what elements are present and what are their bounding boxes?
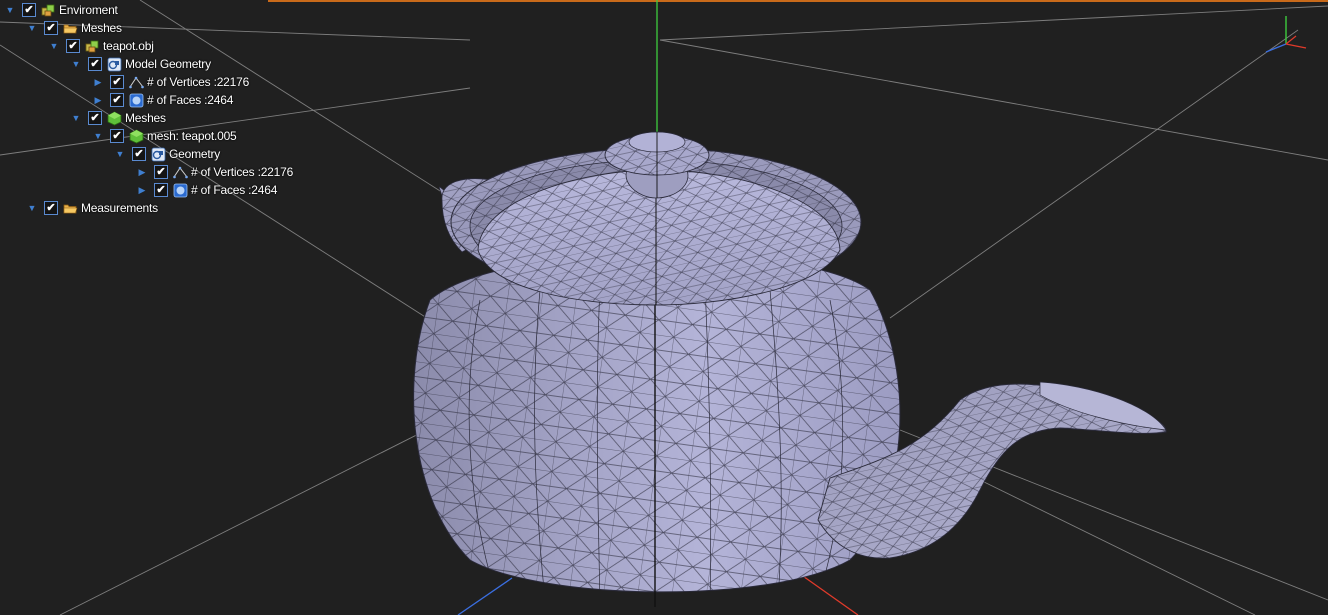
- folder-icon: [63, 201, 78, 216]
- expand-arrow-down-icon[interactable]: ▼: [68, 109, 84, 127]
- expand-arrow-down-icon[interactable]: ▼: [2, 1, 18, 19]
- tree-row-teapot-obj[interactable]: ▼ ✔ teapot.obj: [46, 37, 154, 55]
- tree-label: # of Vertices :22176: [147, 75, 250, 89]
- expand-arrow-down-icon[interactable]: ▼: [90, 127, 106, 145]
- tree-row-model-vertices[interactable]: ▶ ✔ # of Vertices :22176: [90, 73, 249, 91]
- tree-label: Enviroment: [59, 3, 118, 17]
- tree-row-meshes-folder[interactable]: ▼ ✔ Meshes: [24, 19, 122, 37]
- expand-arrow-down-icon[interactable]: ▼: [68, 55, 84, 73]
- visibility-checkbox[interactable]: ✔: [88, 57, 102, 71]
- visibility-checkbox[interactable]: ✔: [88, 111, 102, 125]
- expand-arrow-down-icon[interactable]: ▼: [112, 145, 128, 163]
- visibility-checkbox[interactable]: ✔: [154, 183, 168, 197]
- visibility-checkbox[interactable]: ✔: [110, 93, 124, 107]
- 3d-viewport[interactable]: ▼ ✔ Enviroment ▼ ✔ Meshes ▼ ✔ teapot.obj ▼ ✔ Model …: [0, 0, 1328, 615]
- tree-row-environment[interactable]: ▼ ✔ Enviroment: [2, 1, 118, 19]
- expand-arrow-down-icon[interactable]: ▼: [24, 19, 40, 37]
- tree-label: Geometry: [169, 147, 221, 161]
- tree-label: Meshes: [125, 111, 166, 125]
- tree-label: # of Faces :2464: [191, 183, 278, 197]
- tree-row-mesh-faces[interactable]: ▶ ✔ # of Faces :2464: [134, 181, 277, 199]
- tree-row-mesh-geometry[interactable]: ▼ ✔ Geometry: [112, 145, 220, 163]
- visibility-checkbox[interactable]: ✔: [44, 201, 58, 215]
- visibility-checkbox[interactable]: ✔: [44, 21, 58, 35]
- model-object-icon: [85, 39, 100, 54]
- expand-arrow-down-icon[interactable]: ▼: [46, 37, 62, 55]
- tree-label: # of Faces :2464: [147, 93, 234, 107]
- tree-label: Model Geometry: [125, 57, 211, 71]
- visibility-checkbox[interactable]: ✔: [66, 39, 80, 53]
- tree-label: teapot.obj: [103, 39, 154, 53]
- expand-arrow-right-icon[interactable]: ▶: [90, 73, 106, 91]
- geometry-icon: [107, 57, 122, 72]
- geometry-icon: [151, 147, 166, 162]
- mesh-group-icon: [107, 111, 122, 126]
- tree-row-measurements[interactable]: ▼ ✔ Measurements: [24, 199, 158, 217]
- faces-icon: [173, 183, 188, 198]
- visibility-checkbox[interactable]: ✔: [110, 75, 124, 89]
- visibility-checkbox[interactable]: ✔: [154, 165, 168, 179]
- faces-icon: [129, 93, 144, 108]
- expand-arrow-down-icon[interactable]: ▼: [24, 199, 40, 217]
- tree-label: mesh: teapot.005: [147, 129, 237, 143]
- tree-row-model-faces[interactable]: ▶ ✔ # of Faces :2464: [90, 91, 233, 109]
- tree-label: Meshes: [81, 21, 122, 35]
- visibility-checkbox[interactable]: ✔: [22, 3, 36, 17]
- vertices-icon: [129, 75, 144, 90]
- mesh-icon: [129, 129, 144, 144]
- expand-arrow-right-icon[interactable]: ▶: [134, 163, 150, 181]
- folder-icon: [63, 21, 78, 36]
- expand-arrow-right-icon[interactable]: ▶: [134, 181, 150, 199]
- tree-row-mesh-vertices[interactable]: ▶ ✔ # of Vertices :22176: [134, 163, 293, 181]
- scene-tree-panel: ▼ ✔ Enviroment ▼ ✔ Meshes ▼ ✔ teapot.obj ▼ ✔ Model …: [0, 0, 320, 220]
- tree-row-model-geometry[interactable]: ▼ ✔ Model Geometry: [68, 55, 211, 73]
- expand-arrow-right-icon[interactable]: ▶: [90, 91, 106, 109]
- environment-icon: [41, 3, 56, 18]
- visibility-checkbox[interactable]: ✔: [132, 147, 146, 161]
- tree-row-mesh-teapot[interactable]: ▼ ✔ mesh: teapot.005: [90, 127, 237, 145]
- vertices-icon: [173, 165, 188, 180]
- orientation-axis-gizmo[interactable]: [1262, 12, 1312, 58]
- tree-label: # of Vertices :22176: [191, 165, 294, 179]
- tree-label: Measurements: [81, 201, 158, 215]
- tree-row-meshes-group[interactable]: ▼ ✔ Meshes: [68, 109, 166, 127]
- visibility-checkbox[interactable]: ✔: [110, 129, 124, 143]
